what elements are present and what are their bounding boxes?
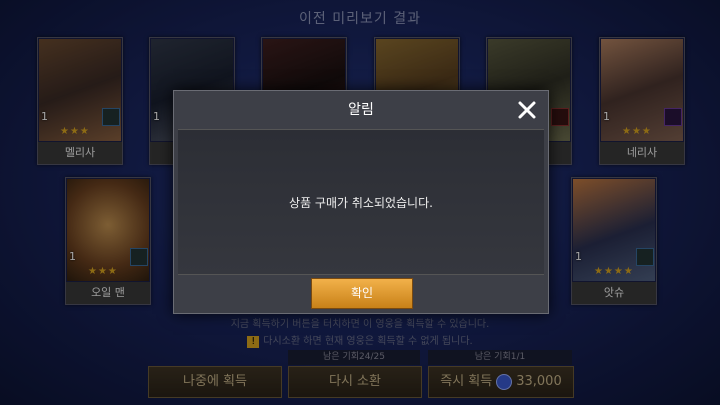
close-icon[interactable] (514, 97, 540, 123)
confirm-button[interactable]: 확인 (311, 278, 413, 309)
dialog-title: 알림 (348, 102, 374, 118)
dialog-body: 상품 구매가 취소되었습니다. (178, 129, 544, 275)
alert-dialog: 알림 상품 구매가 취소되었습니다. 확인 (173, 90, 549, 314)
dialog-message: 상품 구매가 취소되었습니다. (289, 196, 433, 210)
